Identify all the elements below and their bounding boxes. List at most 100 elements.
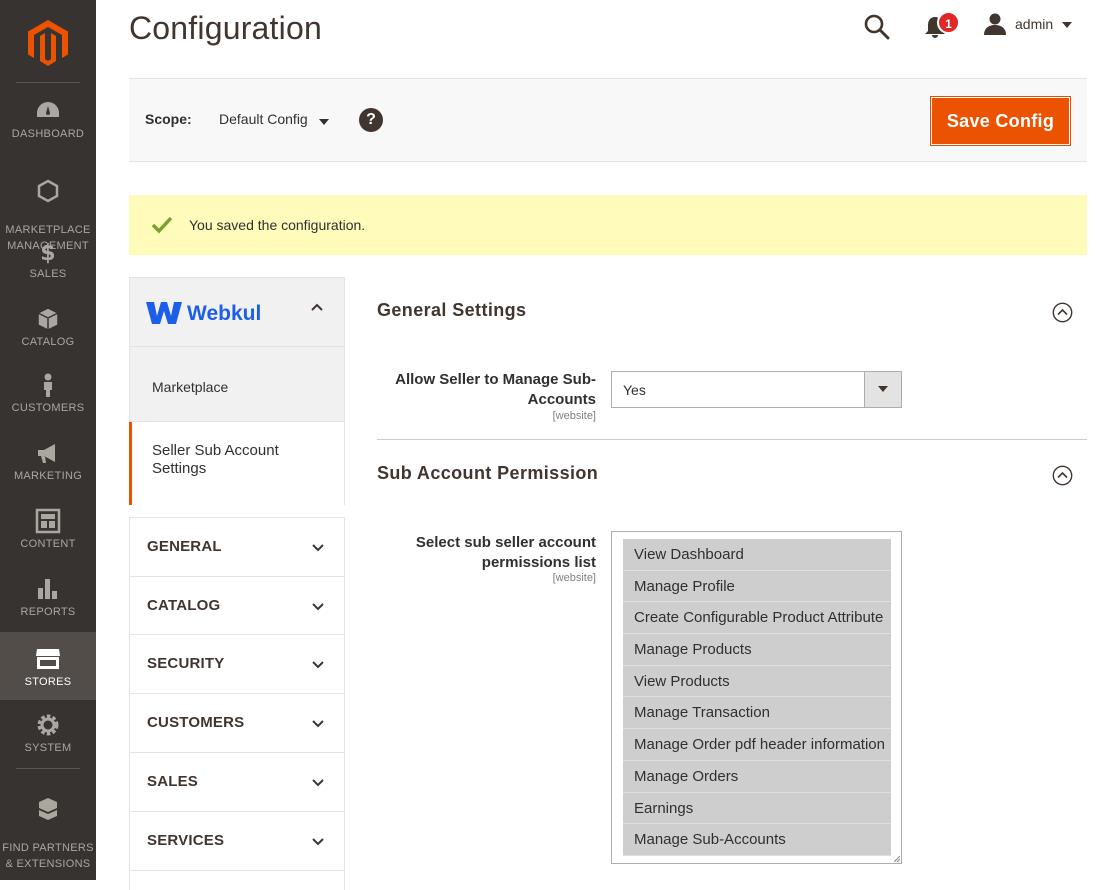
magento-logo-icon[interactable] <box>28 20 68 66</box>
tab-group-catalog[interactable]: CATALOG <box>129 576 345 635</box>
chevron-down-icon <box>312 720 324 728</box>
bar-chart-icon <box>38 579 57 599</box>
svg-text:Webkul: Webkul <box>187 302 261 325</box>
tab-group-label: CUSTOMERS <box>147 714 245 731</box>
boxes-icon <box>39 798 57 820</box>
tab-group-more[interactable] <box>129 870 345 890</box>
tab-group-general[interactable]: GENERAL <box>129 517 345 576</box>
megaphone-icon <box>38 444 55 463</box>
search-icon[interactable] <box>863 13 891 41</box>
field-label-allow-seller: Allow Seller to Manage Sub-Accounts <box>395 371 596 408</box>
tab-group-security[interactable]: SECURITY <box>129 634 345 693</box>
permission-option[interactable]: Earnings <box>623 792 891 825</box>
nav-system[interactable]: SYSTEM <box>0 712 96 758</box>
nav-label: SYSTEM <box>24 742 72 754</box>
permission-option[interactable]: Manage Transaction <box>623 697 891 730</box>
dashboard-icon <box>37 102 59 117</box>
success-message: You saved the configuration. <box>129 195 1087 255</box>
hexagon-icon <box>37 179 59 203</box>
admin-sidebar: DASHBOARD MARKETPLACE MANAGEMENT $ SALES… <box>0 0 96 880</box>
help-icon[interactable]: ? <box>359 108 383 132</box>
nav-reports[interactable]: REPORTS <box>0 576 96 622</box>
chevron-up-icon[interactable] <box>310 302 324 312</box>
nav-find-partners[interactable]: FIND PARTNERS & EXTENSIONS <box>0 780 96 870</box>
permission-option[interactable]: Manage Orders <box>623 760 891 793</box>
dollar-icon: $ <box>40 241 55 264</box>
collapse-toggle-icon[interactable] <box>1052 302 1073 323</box>
permission-option[interactable]: Create Configurable Product Attribute <box>623 602 891 635</box>
tab-group-label: SECURITY <box>147 655 225 672</box>
section-title-sub-account-permission[interactable]: Sub Account Permission <box>377 463 598 484</box>
chevron-down-icon <box>312 603 324 611</box>
chevron-down-icon <box>312 779 324 787</box>
nav-customers[interactable]: CUSTOMERS <box>0 372 96 418</box>
box-icon <box>37 307 59 331</box>
nav-label: STORES <box>24 676 72 688</box>
select-value: Yes <box>623 382 646 398</box>
resize-grip-icon[interactable] <box>894 856 900 862</box>
chevron-down-icon[interactable] <box>1062 22 1072 28</box>
field-scope-tag: [website] <box>552 410 596 422</box>
nav-label: FIND PARTNERS & EXTENSIONS <box>2 842 94 870</box>
permission-option[interactable]: View Dashboard <box>623 539 891 571</box>
nav-label: CONTENT <box>20 538 76 550</box>
layout-icon <box>35 508 61 534</box>
tab-group-label: SALES <box>147 773 199 790</box>
nav-label: CUSTOMERS <box>11 402 85 414</box>
chevron-down-icon <box>312 838 324 846</box>
storefront-icon <box>36 649 60 669</box>
checkmark-icon <box>151 216 173 234</box>
save-config-button[interactable]: Save Config <box>930 96 1071 146</box>
nav-marketing[interactable]: MARKETING <box>0 440 96 486</box>
nav-label: CATALOG <box>21 336 75 348</box>
nav-divider <box>16 82 80 83</box>
permission-option[interactable]: Manage Profile <box>623 570 891 603</box>
tab-group-label: CATALOG <box>147 597 221 614</box>
nav-dashboard[interactable]: DASHBOARD <box>0 98 96 144</box>
permission-option[interactable]: Manage Order pdf header information <box>623 729 891 761</box>
field-label-permissions: Select sub seller account permissions li… <box>415 534 596 571</box>
select-dropdown-button[interactable] <box>864 372 901 407</box>
chevron-down-icon <box>878 386 888 392</box>
permission-option[interactable]: Manage Sub-Accounts <box>623 824 891 856</box>
user-icon[interactable] <box>983 12 1007 36</box>
collapse-toggle-icon[interactable] <box>1052 465 1073 486</box>
chevron-down-icon <box>312 544 324 552</box>
tab-marketplace[interactable]: Marketplace <box>129 347 345 422</box>
webkul-logo: Webkul <box>146 302 261 325</box>
gear-icon <box>37 714 59 736</box>
nav-marketplace-management[interactable]: MARKETPLACE MANAGEMENT <box>0 162 96 252</box>
tab-label: Marketplace <box>152 379 229 395</box>
tab-group-label: SERVICES <box>147 832 225 849</box>
nav-label: MARKETING <box>13 470 83 482</box>
nav-label: DASHBOARD <box>11 128 85 140</box>
nav-stores[interactable]: STORES <box>0 632 96 700</box>
nav-sales[interactable]: $ SALES <box>0 238 96 284</box>
scope-switcher[interactable]: Default Config <box>219 111 308 127</box>
nav-catalog[interactable]: CATALOG <box>0 306 96 352</box>
tab-group-customers[interactable]: CUSTOMERS <box>129 693 345 752</box>
tab-group-services[interactable]: SERVICES <box>129 811 345 870</box>
tab-seller-sub-account-settings[interactable]: Seller Sub Account Settings <box>129 422 345 505</box>
notification-count-badge[interactable]: 1 <box>937 11 960 34</box>
admin-username[interactable]: admin <box>1015 16 1053 32</box>
chevron-down-icon <box>312 661 324 669</box>
nav-label: REPORTS <box>20 606 76 618</box>
permission-option[interactable]: View Products <box>623 665 891 698</box>
nav-label: SALES <box>29 268 67 280</box>
message-text: You saved the configuration. <box>189 217 366 233</box>
tab-label: Seller Sub Account Settings <box>152 442 279 477</box>
section-divider <box>377 439 1087 440</box>
tab-group-sales[interactable]: SALES <box>129 752 345 811</box>
permission-option[interactable]: Manage Products <box>623 634 891 666</box>
tab-group-label: GENERAL <box>147 538 222 555</box>
chevron-down-icon[interactable] <box>319 119 329 125</box>
permissions-multiselect[interactable]: View Dashboard Manage Profile Create Con… <box>611 531 902 864</box>
tab-webkul[interactable]: Webkul <box>129 277 345 347</box>
scope-bar: Scope: Default Config ? Save Config <box>129 78 1087 162</box>
field-scope-tag: [website] <box>552 572 596 584</box>
nav-content[interactable]: CONTENT <box>0 508 96 554</box>
allow-seller-select[interactable]: Yes <box>611 371 902 408</box>
section-title-general-settings[interactable]: General Settings <box>377 300 526 321</box>
person-icon <box>44 373 52 397</box>
